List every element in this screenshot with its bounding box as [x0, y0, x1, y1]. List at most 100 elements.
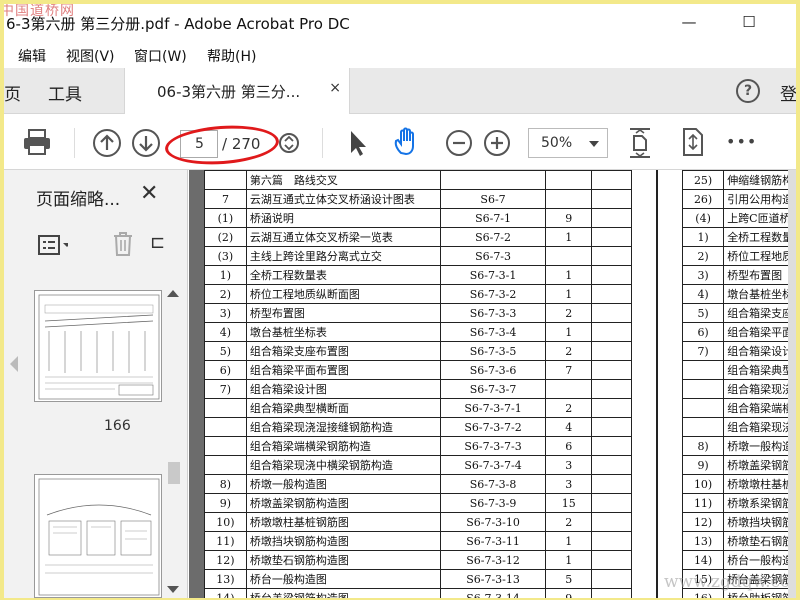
menu-window[interactable]: 窗口(W)	[134, 46, 187, 66]
table-cell: S6-7-3-14	[439, 588, 547, 598]
table-row: 组合箱梁现浇	[681, 417, 796, 437]
table-cell: 伸缩缝钢筋构造	[723, 170, 796, 190]
help-icon[interactable]: ?	[736, 79, 760, 103]
table-cell: 26)	[681, 189, 725, 209]
menu-bar: 编辑 视图(V) 窗口(W) 帮助(H)	[4, 42, 796, 68]
next-page-icon[interactable]	[131, 128, 161, 160]
zoom-in-icon[interactable]	[482, 128, 512, 160]
table-row: 11) 桥墩挡块钢筋构造图 S6-7-3-11 1	[204, 531, 632, 551]
table-row: 3) 桥型布置图 S6-7-3-3 2	[204, 303, 632, 323]
more-tools-icon[interactable]: •••	[726, 132, 757, 151]
table-cell: 组合箱梁典型	[723, 360, 796, 380]
panel-expand-icon[interactable]	[10, 356, 18, 372]
document-scrollbar[interactable]	[788, 170, 796, 598]
table-cell: 桥位工程地质纵断面图	[245, 284, 441, 304]
table-cell: 桥台一般构造	[723, 550, 796, 570]
table-cell	[545, 379, 593, 399]
table-cell: 1	[545, 550, 593, 570]
table-cell: 云湖互通立体交叉桥梁一览表	[245, 227, 441, 247]
tab-tools[interactable]: 工具	[48, 80, 82, 105]
table-cell: 10)	[681, 474, 725, 494]
trash-icon[interactable]	[112, 231, 134, 257]
table-cell: 桥墩一般构造	[723, 436, 796, 456]
table-cell: S6-7-3-5	[439, 341, 547, 361]
panel-more-icon[interactable]: ⊏	[150, 232, 165, 253]
index-table-right: 25)伸缩缝钢筋构造26)引用公用构造(4)上跨C匝道桥1)全桥工程数量2)桥位…	[681, 170, 796, 598]
page-thumbnail-167[interactable]	[34, 474, 162, 598]
table-cell: 9	[545, 208, 593, 228]
sign-in-button[interactable]: 登	[780, 80, 796, 105]
table-cell: 11)	[681, 493, 725, 513]
table-cell: 1	[545, 284, 593, 304]
table-row: 9) 桥墩盖梁钢筋	[681, 455, 796, 475]
page-thumbnails-panel: 页面缩略... ✕ ⊏ 166	[4, 170, 188, 598]
previous-page-icon[interactable]	[92, 128, 122, 160]
page-thumbnail-166[interactable]	[34, 290, 162, 402]
table-cell: 墩台基桩坐标	[723, 284, 796, 304]
table-cell	[591, 436, 632, 456]
table-row: 12) 桥墩挡块钢筋	[681, 512, 796, 532]
zoom-select[interactable]: 50%	[528, 128, 608, 158]
minimize-button[interactable]: —	[674, 10, 704, 34]
table-cell: S6-7-2	[439, 227, 547, 247]
acrobat-window: 6-3第六册 第三分册.pdf - Adobe Acrobat Pro DC —…	[4, 4, 796, 598]
table-cell: 1	[545, 265, 593, 285]
table-row: 1) 全桥工程数量	[681, 227, 796, 247]
rotate-view-icon[interactable]	[680, 126, 706, 158]
table-cell	[681, 360, 725, 380]
table-row: 组合箱梁现浇中横梁钢筋构造 S6-7-3-7-4 3	[204, 455, 632, 475]
select-cursor-icon[interactable]	[346, 128, 368, 160]
table-row: 6) 组合箱梁平面布置图 S6-7-3-6 7	[204, 360, 632, 380]
table-cell: 桥墩垫石钢筋	[723, 531, 796, 551]
print-icon[interactable]	[22, 128, 52, 160]
table-cell: 组合箱梁现浇	[723, 417, 796, 437]
table-cell	[204, 417, 247, 437]
table-cell: 组合箱梁现浇	[723, 379, 796, 399]
table-cell: 2	[545, 512, 593, 532]
table-cell: S6-7-3-4	[439, 322, 547, 342]
table-cell: 组合箱梁支座布置图	[245, 341, 441, 361]
tab-home[interactable]: 页	[4, 80, 21, 105]
table-row: (1) 桥涵说明 S6-7-1 9	[204, 208, 632, 228]
table-cell: 13)	[681, 531, 725, 551]
table-cell: 组合箱梁设计	[723, 341, 796, 361]
table-cell	[591, 227, 632, 247]
table-row: 组合箱梁典型	[681, 360, 796, 380]
thumbnail-drawing	[38, 294, 160, 400]
menu-help[interactable]: 帮助(H)	[207, 46, 256, 66]
table-cell: S6-7-3-7-2	[439, 417, 547, 437]
close-panel-icon[interactable]: ✕	[140, 181, 158, 206]
table-cell	[591, 322, 632, 342]
document-view[interactable]: 第六篇 路线交叉 7 云湖互通式立体交叉桥涵设计图表 S6-7 (1) 桥涵说明 S6-7-…	[189, 170, 796, 598]
maximize-button[interactable]: ☐	[734, 10, 764, 34]
table-cell: 9)	[204, 493, 247, 513]
watermark-text: www.zgdqw.com	[664, 572, 796, 592]
table-cell: 2	[545, 303, 593, 323]
menu-edit[interactable]: 编辑	[18, 46, 46, 66]
page-up-down-icon[interactable]	[276, 128, 302, 160]
table-cell: 桥涵说明	[245, 208, 441, 228]
table-cell	[591, 265, 632, 285]
scroll-up-icon[interactable]	[167, 290, 179, 297]
chevron-down-icon	[589, 141, 599, 147]
options-menu-icon[interactable]	[38, 234, 68, 256]
table-cell: 7)	[204, 379, 247, 399]
table-cell: 14)	[204, 588, 247, 598]
scroll-down-icon[interactable]	[167, 586, 179, 593]
table-cell: 25)	[681, 170, 725, 190]
table-cell	[545, 189, 593, 209]
fit-page-icon[interactable]	[626, 126, 654, 158]
thumbnail-scrollbar[interactable]	[164, 286, 182, 598]
tab-document[interactable]: 06-3第六册 第三分... ×	[124, 68, 350, 114]
table-cell	[204, 398, 247, 418]
table-row: 8) 桥墩一般构造图 S6-7-3-8 3	[204, 474, 632, 494]
document-tab-label: 06-3第六册 第三分...	[157, 83, 301, 101]
toolbar-separator	[74, 128, 75, 158]
menu-view[interactable]: 视图(V)	[66, 46, 115, 66]
hand-tool-icon[interactable]	[392, 126, 422, 158]
table-cell: (1)	[204, 208, 247, 228]
close-tab-button[interactable]: ×	[329, 80, 341, 96]
scroll-thumb[interactable]	[168, 462, 180, 484]
table-cell	[591, 455, 632, 475]
zoom-out-icon[interactable]	[444, 128, 474, 160]
